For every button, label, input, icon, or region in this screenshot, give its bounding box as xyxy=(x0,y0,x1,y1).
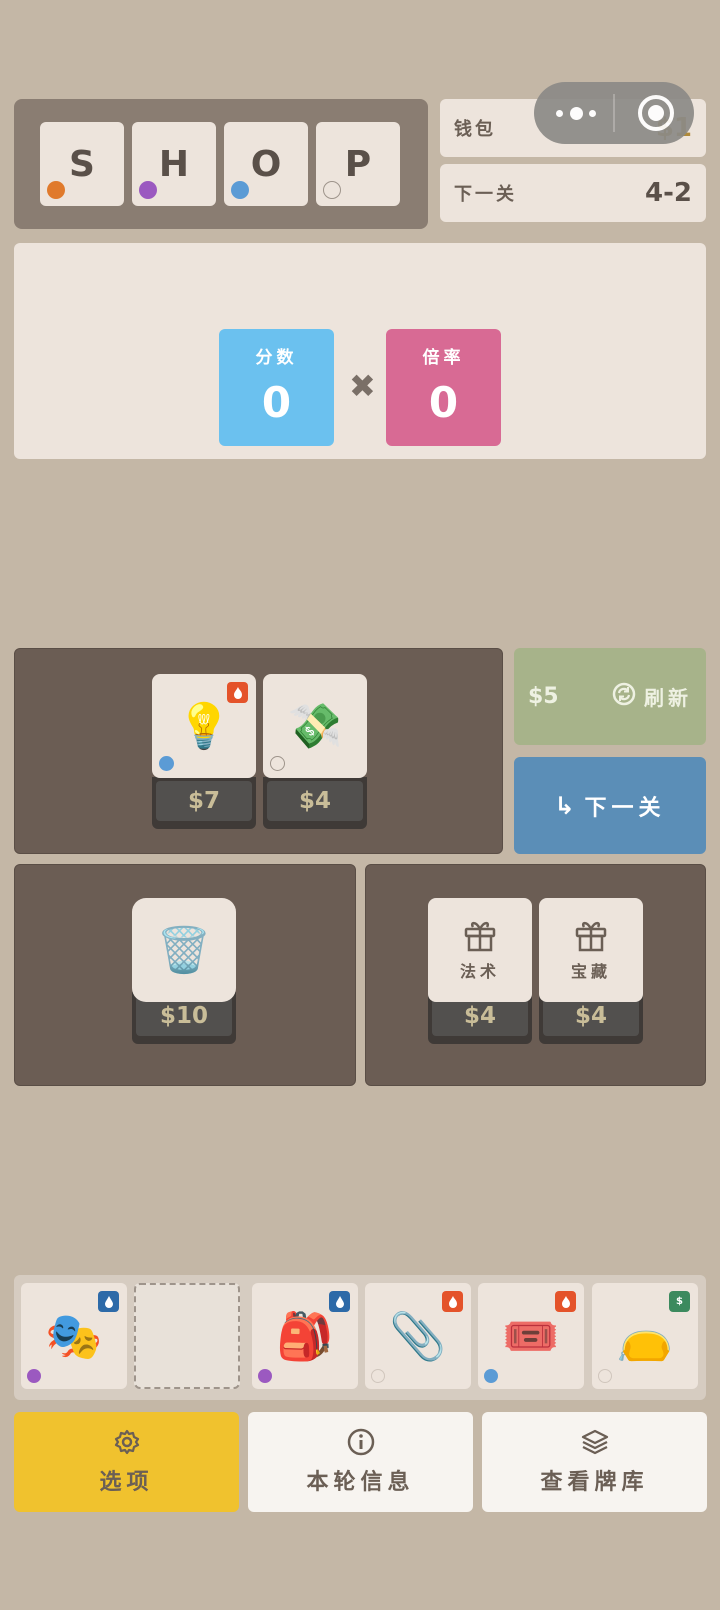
inventory-slot-ticket[interactable]: 🎟️ xyxy=(478,1283,584,1389)
performing-arts-icon: 🎭 xyxy=(45,1308,103,1363)
gift-icon xyxy=(464,921,496,952)
next-level-button[interactable]: ↳ 下一关 xyxy=(514,757,706,854)
next-level-box: 下一关 4-2 xyxy=(440,164,706,222)
multiplier-label: 倍率 xyxy=(422,348,465,368)
money-badge-icon: $ xyxy=(669,1291,690,1312)
packs-panel: $4 法术 $4 宝藏 xyxy=(365,864,706,1086)
pack-spell[interactable]: 法术 xyxy=(428,898,532,1002)
price-label: $4 xyxy=(267,781,363,821)
gear-icon xyxy=(114,1429,139,1455)
water-badge-icon xyxy=(98,1291,119,1312)
options-label: 选项 xyxy=(99,1470,154,1495)
lightbulb-icon: 💡 xyxy=(176,701,232,752)
title-letter-p: P xyxy=(316,122,400,206)
round-info-label: 本轮信息 xyxy=(306,1470,415,1495)
white-dot-icon xyxy=(371,1369,385,1383)
options-button[interactable]: 选项 xyxy=(14,1412,239,1512)
next-level-label: 下一关 xyxy=(454,184,517,205)
paperclip-icon: 📎 xyxy=(389,1308,447,1363)
capsule-divider xyxy=(613,94,615,132)
more-icon[interactable] xyxy=(556,104,596,122)
fire-badge-icon xyxy=(227,682,248,703)
miniprogram-capsule xyxy=(534,82,694,144)
shop-title-panel: S H O P xyxy=(14,99,428,229)
multiplier-value: 0 xyxy=(428,378,459,427)
blue-dot-icon xyxy=(231,181,249,199)
score-box: 分数 0 xyxy=(219,329,334,446)
inventory-slot-backpack[interactable]: 🎒 xyxy=(252,1283,358,1389)
refresh-button[interactable]: $5 刷新 xyxy=(514,648,706,745)
water-badge-icon xyxy=(329,1291,350,1312)
white-dot-icon xyxy=(270,756,285,771)
price-label: $10 xyxy=(136,996,232,1036)
multiplier-box: 倍率 0 xyxy=(386,329,501,446)
blue-dot-icon xyxy=(159,756,174,771)
score-panel: 分数 0 ✖ 倍率 0 xyxy=(14,243,706,459)
inventory-bar: 🎭 🎒 📎 🎟️ 👝 $ xyxy=(14,1275,706,1400)
pack-label: 宝藏 xyxy=(570,962,611,981)
letter-char: P xyxy=(344,143,372,185)
next-level-button-label: 下一关 xyxy=(584,795,666,821)
layers-icon xyxy=(581,1429,608,1455)
blue-dot-icon xyxy=(484,1369,498,1383)
money-wings-icon: 💸 xyxy=(287,701,343,752)
view-deck-label: 查看牌库 xyxy=(540,1470,649,1495)
letter-char: H xyxy=(158,143,190,185)
shop-items-panel: $7 💡 $4 💸 xyxy=(14,648,503,854)
view-deck-button[interactable]: 查看牌库 xyxy=(482,1412,707,1512)
title-letter-s: S xyxy=(40,122,124,206)
voucher-trash[interactable]: 🗑️ xyxy=(132,898,236,1002)
letter-char: S xyxy=(69,143,95,185)
orange-dot-icon xyxy=(47,181,65,199)
backpack-icon: 🎒 xyxy=(276,1308,334,1363)
gift-icon xyxy=(575,921,607,952)
title-letter-h: H xyxy=(132,122,216,206)
info-icon xyxy=(347,1428,374,1456)
refresh-icon xyxy=(612,682,636,712)
multiply-icon: ✖ xyxy=(349,367,376,405)
inventory-slot-paperclip[interactable]: 📎 xyxy=(365,1283,471,1389)
inventory-slot-purse[interactable]: 👝 $ xyxy=(592,1283,698,1389)
refresh-cost: $5 xyxy=(528,684,559,709)
price-label: $4 xyxy=(432,996,528,1036)
ticket-icon: 🎟️ xyxy=(502,1308,560,1363)
purple-dot-icon xyxy=(27,1369,41,1383)
letter-char: O xyxy=(250,143,282,185)
next-level-value: 4-2 xyxy=(645,178,692,208)
white-dot-icon xyxy=(598,1369,612,1383)
purple-dot-icon xyxy=(139,181,157,199)
score-label: 分数 xyxy=(255,348,298,368)
inventory-slot-empty[interactable] xyxy=(134,1283,240,1389)
purse-icon: 👝 xyxy=(616,1308,674,1363)
fire-badge-icon xyxy=(555,1291,576,1312)
round-info-button[interactable]: 本轮信息 xyxy=(248,1412,473,1512)
white-dot-icon xyxy=(323,181,341,199)
shop-item-money[interactable]: 💸 xyxy=(263,674,367,778)
pack-treasure[interactable]: 宝藏 xyxy=(539,898,643,1002)
close-target-icon[interactable] xyxy=(638,95,674,131)
shop-item-lightbulb[interactable]: 💡 xyxy=(152,674,256,778)
trash-icon: 🗑️ xyxy=(156,925,212,976)
price-tag: $7 xyxy=(152,777,256,829)
price-tag: $4 xyxy=(263,777,367,829)
title-letter-o: O xyxy=(224,122,308,206)
price-label: $4 xyxy=(543,996,639,1036)
inventory-slot-masks[interactable]: 🎭 xyxy=(21,1283,127,1389)
voucher-panel: $10 🗑️ xyxy=(14,864,356,1086)
wallet-label: 钱包 xyxy=(454,119,496,140)
price-label: $7 xyxy=(156,781,252,821)
pack-label: 法术 xyxy=(459,962,500,981)
purple-dot-icon xyxy=(258,1369,272,1383)
refresh-label: 刷新 xyxy=(644,686,692,710)
score-value: 0 xyxy=(261,378,292,427)
turn-arrow-icon: ↳ xyxy=(554,791,575,820)
fire-badge-icon xyxy=(442,1291,463,1312)
